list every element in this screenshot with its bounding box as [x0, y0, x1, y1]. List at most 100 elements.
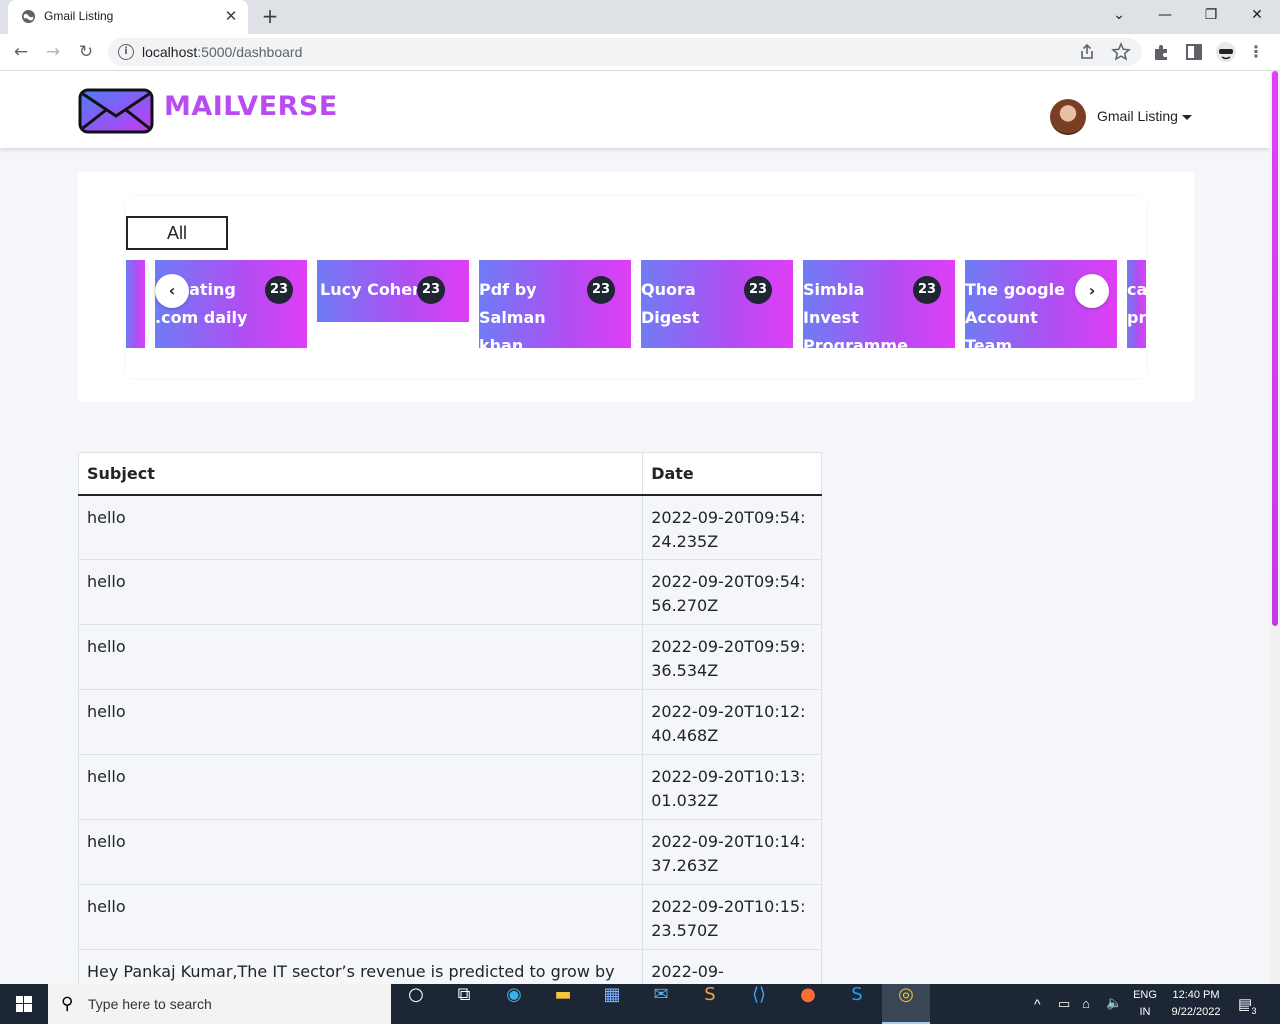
sender-chip-count-badge: 23 — [265, 276, 293, 304]
date-cell: 2022-09-20T10:15:23.570Z — [642, 884, 822, 950]
subject-cell: hello — [77, 689, 644, 755]
subject-cell: hello — [77, 559, 644, 625]
user-menu-label: Gmail Listing — [1097, 108, 1178, 124]
sender-chip-count-badge: 23 — [744, 276, 772, 304]
search-icon: ⚲ — [61, 994, 74, 1014]
taskbar-search-box[interactable]: ⚲ Type here to search — [48, 984, 391, 1024]
subject-column-header[interactable]: Subject — [77, 452, 644, 496]
sender-chip[interactable]: Pdf by Salman khan 23 — [479, 260, 631, 348]
system-clock[interactable]: 12:40 PM 9/22/2022 — [1164, 989, 1228, 1018]
side-panel-icon[interactable] — [1182, 40, 1206, 64]
sender-chip[interactable]: ca pro — [1127, 260, 1146, 348]
sender-chip[interactable]: Quora Digest 23 — [641, 260, 793, 348]
carousel-prev-chevron-icon[interactable]: ‹ — [155, 274, 189, 308]
email-table: Subject Date hello 2022-09-20T09:54:24.2… — [77, 452, 822, 984]
url-text[interactable]: localhost:5000/dashboard — [142, 44, 302, 60]
share-icon[interactable] — [1076, 41, 1098, 63]
task-view-icon[interactable]: ⧉ — [440, 984, 488, 1024]
sender-chip[interactable] — [126, 260, 145, 348]
profile-avatar-icon[interactable] — [1214, 40, 1238, 64]
forward-arrow-icon[interactable]: → — [40, 39, 66, 65]
sender-chip-count-badge: 23 — [417, 276, 445, 304]
carousel-next-chevron-icon[interactable]: › — [1075, 274, 1109, 308]
date-cell: 2022-09-20T10:13:01.032Z — [642, 754, 822, 820]
filter-all-button[interactable]: All — [126, 216, 228, 250]
browser-tab[interactable]: Gmail Listing ✕ — [8, 0, 248, 34]
table-row[interactable]: hello 2022-09-20T10:15:23.570Z — [77, 884, 822, 950]
table-row[interactable]: hello 2022-09-20T09:54:24.235Z — [77, 494, 822, 560]
user-menu-dropdown[interactable]: Gmail Listing — [1097, 108, 1192, 124]
sublime-text-icon[interactable]: S — [686, 984, 734, 1024]
tab-title: Gmail Listing — [44, 9, 114, 23]
mail-app-icon[interactable]: ✉ — [637, 984, 685, 1024]
minimize-button[interactable]: — — [1142, 0, 1188, 30]
page-viewport: MAILVERSE Gmail Listing All stigating .c… — [0, 71, 1270, 984]
sender-chip-label: ca pro — [1127, 280, 1146, 327]
chrome-browser-icon[interactable]: ◎ — [882, 984, 930, 1024]
more-menu-icon[interactable]: ⋮ — [1244, 40, 1268, 64]
date-column-header[interactable]: Date — [642, 452, 822, 496]
reload-icon[interactable]: ↻ — [73, 39, 99, 65]
language-code: ENG — [1133, 989, 1157, 1001]
postman-icon[interactable]: ● — [784, 984, 832, 1024]
new-tab-button[interactable]: + — [258, 5, 282, 29]
search-placeholder: Type here to search — [88, 996, 212, 1012]
address-bar[interactable]: i localhost:5000/dashboard — [108, 38, 1142, 66]
table-row[interactable]: hello 2022-09-20T10:14:37.263Z — [77, 819, 822, 885]
windows-taskbar: ⚲ Type here to search ○ ⧉ ◉ ▬ ▦ ✉ S ⟨⟩ ●… — [0, 984, 1280, 1024]
close-tab-icon[interactable]: ✕ — [222, 7, 240, 25]
sender-chip-label: Quora Digest — [641, 280, 700, 327]
sender-chip-label: Lucy Cohen — [320, 280, 424, 299]
date-cell: 2022-09-20T09:59:36.534Z — [642, 624, 822, 690]
edge-browser-icon[interactable]: ◉ — [490, 984, 538, 1024]
skype-icon[interactable]: S — [833, 984, 881, 1024]
notification-count-badge: 3 — [1249, 1006, 1259, 1016]
table-row[interactable]: hello 2022-09-20T09:54:56.270Z — [77, 559, 822, 625]
url-path: :5000/dashboard — [197, 44, 303, 60]
user-avatar[interactable] — [1050, 99, 1086, 135]
vscode-icon[interactable]: ⟨⟩ — [735, 984, 783, 1024]
region-code: IN — [1139, 1006, 1151, 1018]
caret-down-icon — [1181, 114, 1192, 120]
table-row[interactable]: Hey Pankaj Kumar,The IT sector’s revenue… — [77, 949, 822, 984]
windows-start-icon[interactable] — [0, 984, 48, 1024]
restore-button[interactable]: ❐ — [1188, 0, 1234, 30]
show-hidden-icons-chevron[interactable]: ^ — [1034, 996, 1041, 1012]
subject-cell: hello — [77, 819, 644, 885]
envelope-logo-icon[interactable] — [78, 86, 154, 136]
bookmark-star-icon[interactable] — [1110, 41, 1132, 63]
scrollbar-thumb[interactable] — [1272, 71, 1278, 626]
sender-chip-label: Pdf by Salman khan — [479, 280, 546, 348]
microsoft-store-icon[interactable]: ▦ — [588, 984, 636, 1024]
table-row[interactable]: hello 2022-09-20T09:59:36.534Z — [77, 624, 822, 690]
language-indicator[interactable]: ENG IN — [1130, 989, 1160, 1018]
tab-search-chevron-icon[interactable]: ⌄ — [1096, 0, 1142, 30]
sender-chip[interactable]: Simbla Invest Programme 23 — [803, 260, 955, 348]
clock-date: 9/22/2022 — [1171, 1006, 1221, 1018]
brand-name[interactable]: MAILVERSE — [164, 91, 338, 122]
file-explorer-icon[interactable]: ▬ — [539, 984, 587, 1024]
close-window-button[interactable]: ✕ — [1234, 0, 1280, 30]
table-header-row: Subject Date — [77, 452, 822, 496]
sender-chip-count-badge: 23 — [587, 276, 615, 304]
date-cell: 2022-09-20T10:14:37.263Z — [642, 819, 822, 885]
date-cell: 2022-09-20T10:12:40.468Z — [642, 689, 822, 755]
volume-icon[interactable]: 🔈 — [1106, 995, 1122, 1011]
subject-cell: Hey Pankaj Kumar,The IT sector’s revenue… — [77, 949, 644, 984]
cortana-circle-icon[interactable]: ○ — [392, 984, 440, 1024]
network-icon[interactable]: ▭ — [1058, 996, 1070, 1012]
wifi-icon[interactable]: ⌂ — [1082, 996, 1090, 1011]
page-scrollbar[interactable] — [1270, 71, 1280, 984]
sender-chip-count-badge: 23 — [913, 276, 941, 304]
sender-chip[interactable]: Lucy Cohen 23 — [317, 260, 469, 322]
site-info-icon[interactable]: i — [118, 44, 134, 60]
globe-icon — [21, 9, 36, 24]
date-cell: 2022-09-20T09:54:24.235Z — [642, 494, 822, 560]
subject-cell: hello — [77, 494, 644, 560]
table-row[interactable]: hello 2022-09-20T10:12:40.468Z — [77, 689, 822, 755]
sender-filter-card: All stigating .com daily 23 Lucy Cohen 2… — [78, 172, 1194, 402]
sender-carousel-panel: All stigating .com daily 23 Lucy Cohen 2… — [126, 196, 1146, 378]
extensions-puzzle-icon[interactable] — [1150, 40, 1174, 64]
back-arrow-icon[interactable]: ← — [8, 39, 34, 65]
table-row[interactable]: hello 2022-09-20T10:13:01.032Z — [77, 754, 822, 820]
